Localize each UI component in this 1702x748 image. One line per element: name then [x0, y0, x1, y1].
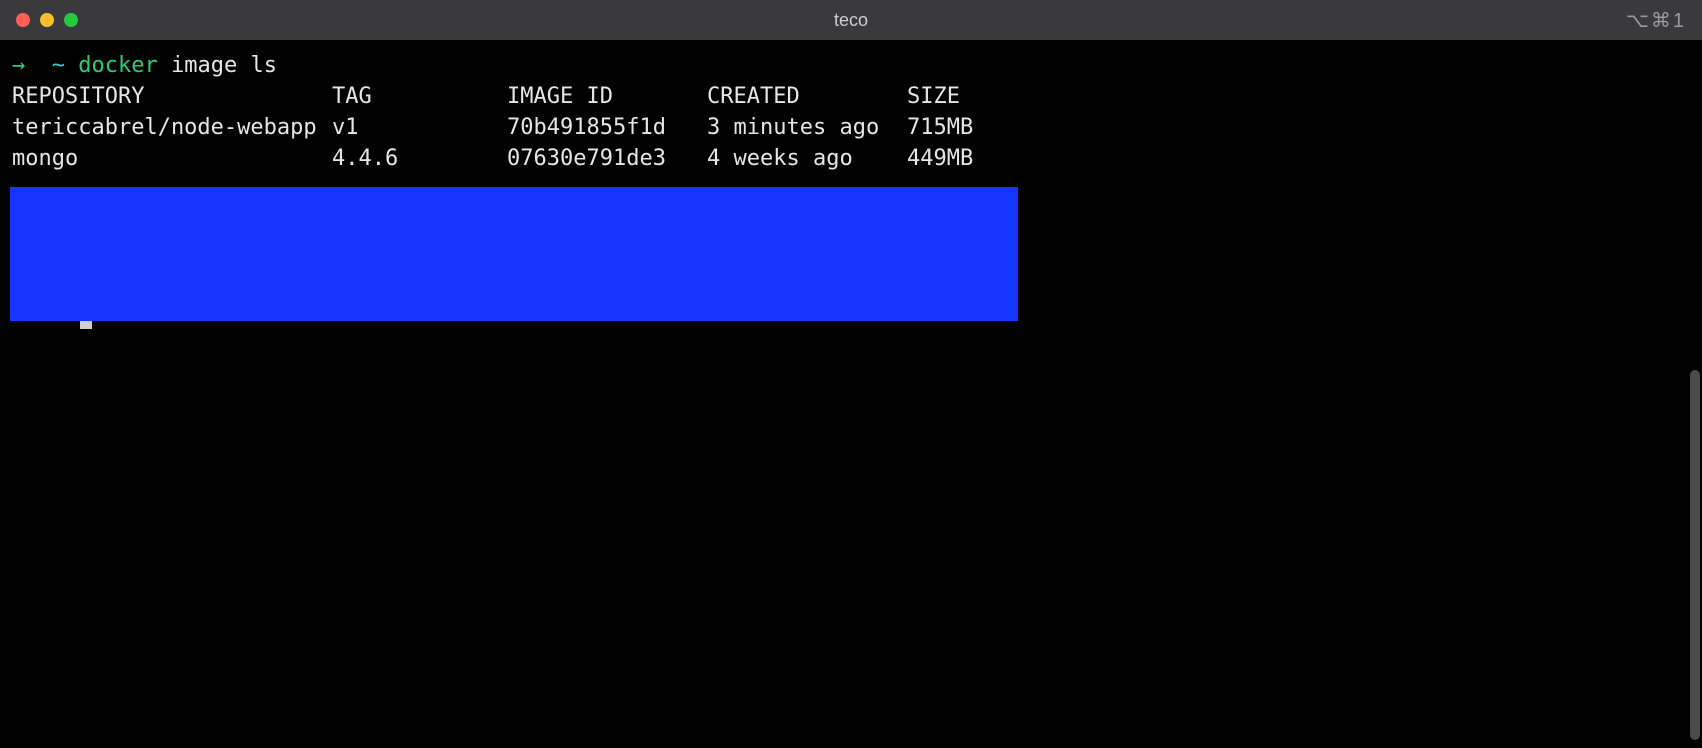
terminal-window: teco ⌥⌘1 → ~ docker image ls REPOSITORYT… — [0, 0, 1702, 748]
cell-tag: 4.4.6 — [332, 143, 507, 174]
col-header-size: SIZE — [907, 81, 1027, 112]
prompt-arrow-icon: → — [12, 53, 25, 78]
col-header-repository: REPOSITORY — [12, 81, 332, 112]
scrollbar-thumb[interactable] — [1690, 370, 1700, 740]
cell-created: 3 minutes ago — [707, 112, 907, 143]
window-controls — [16, 13, 78, 27]
command-args: image ls — [171, 53, 277, 78]
cell-repository: mongo — [12, 143, 332, 174]
cell-repository: tericcabrel/node-webapp — [12, 112, 332, 143]
cell-image-id: 07630e791de3 — [507, 143, 707, 174]
cell-created: 4 weeks ago — [707, 143, 907, 174]
prompt-line: → ~ docker image ls — [12, 50, 1690, 81]
shortcut-hint: ⌥⌘1 — [1626, 8, 1686, 33]
text-selection-highlight[interactable] — [10, 187, 1018, 321]
terminal-content[interactable]: → ~ docker image ls REPOSITORYTAGIMAGE I… — [0, 40, 1702, 748]
close-icon[interactable] — [16, 13, 30, 27]
table-row-partial-top: mongo4.4.607630e791de34 weeks ago449MB — [12, 143, 1690, 174]
cell-image-id: 70b491855f1d — [507, 112, 707, 143]
window-title: teco — [834, 10, 868, 31]
minimize-icon[interactable] — [40, 13, 54, 27]
col-header-tag: TAG — [332, 81, 507, 112]
cell-size: 715MB — [907, 112, 1027, 143]
table-header-row: REPOSITORYTAGIMAGE IDCREATEDSIZE — [12, 81, 1690, 112]
col-header-created: CREATED — [707, 81, 907, 112]
titlebar[interactable]: teco ⌥⌘1 — [0, 0, 1702, 40]
cell-tag: v1 — [332, 112, 507, 143]
zoom-icon[interactable] — [64, 13, 78, 27]
table-row: tericcabrel/node-webappv170b491855f1d3 m… — [12, 112, 1690, 143]
col-header-image-id: IMAGE ID — [507, 81, 707, 112]
command-binary: docker — [78, 53, 157, 78]
cell-size: 449MB — [907, 143, 1027, 174]
prompt-cwd: ~ — [52, 53, 65, 78]
